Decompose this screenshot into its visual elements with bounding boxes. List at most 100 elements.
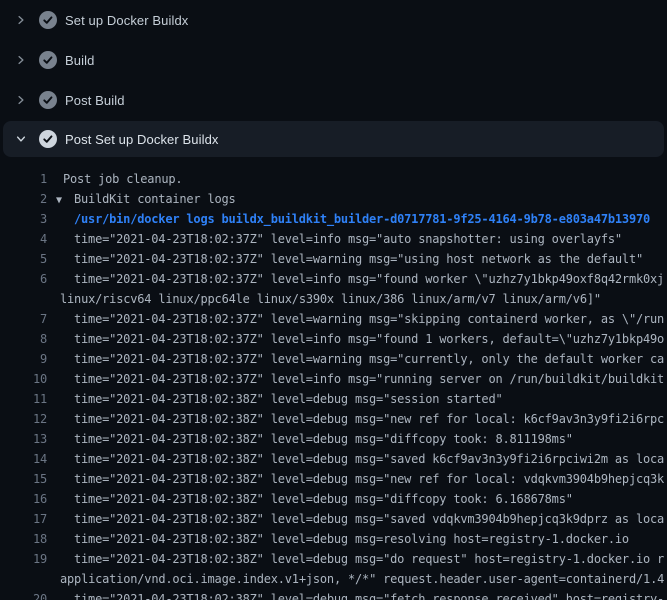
log-line-text: time="2021-04-23T18:02:37Z" level=info m… bbox=[47, 369, 664, 389]
log-line-content: Post job cleanup. bbox=[63, 172, 182, 186]
step-post-build[interactable]: Post Build bbox=[0, 80, 667, 120]
log-line-content: linux/riscv64 linux/ppc64le linux/s390x … bbox=[60, 292, 601, 306]
log-line-number[interactable]: 19 bbox=[0, 549, 47, 569]
log-line-text: time="2021-04-23T18:02:38Z" level=debug … bbox=[47, 509, 664, 529]
check-circle-icon bbox=[39, 130, 57, 148]
step-build[interactable]: Build bbox=[0, 40, 667, 80]
log-line-text: time="2021-04-23T18:02:38Z" level=debug … bbox=[47, 449, 664, 469]
steps-list: Set up Docker Buildx Build Post Build bbox=[0, 0, 667, 157]
log-line-content: time="2021-04-23T18:02:38Z" level=debug … bbox=[74, 532, 629, 546]
log-line-number[interactable] bbox=[0, 569, 47, 589]
check-circle-icon bbox=[39, 51, 57, 69]
log-line-number[interactable]: 7 bbox=[0, 309, 47, 329]
log-line-text: Post job cleanup. bbox=[47, 169, 182, 189]
step-label: Build bbox=[65, 53, 94, 68]
log-line: 11 time="2021-04-23T18:02:38Z" level=deb… bbox=[0, 389, 667, 409]
log-line-text: time="2021-04-23T18:02:38Z" level=debug … bbox=[47, 489, 573, 509]
log-line-number[interactable]: 11 bbox=[0, 389, 47, 409]
log-line-number[interactable]: 4 bbox=[0, 229, 47, 249]
log-line-content: BuildKit container logs bbox=[74, 192, 236, 206]
log-line-content: time="2021-04-23T18:02:38Z" level=debug … bbox=[74, 552, 664, 566]
log-line-content: time="2021-04-23T18:02:38Z" level=debug … bbox=[74, 512, 664, 526]
check-circle-icon bbox=[39, 91, 57, 109]
log-line-number[interactable]: 6 bbox=[0, 269, 47, 289]
log-line-number[interactable]: 9 bbox=[0, 349, 47, 369]
log-line-number[interactable]: 15 bbox=[0, 469, 47, 489]
log-line: linux/riscv64 linux/ppc64le linux/s390x … bbox=[0, 289, 667, 309]
step-set-up-docker-buildx[interactable]: Set up Docker Buildx bbox=[0, 0, 667, 40]
log-line-content: time="2021-04-23T18:02:37Z" level=warnin… bbox=[74, 252, 643, 266]
log-line: 12 time="2021-04-23T18:02:38Z" level=deb… bbox=[0, 409, 667, 429]
log-line-text: time="2021-04-23T18:02:38Z" level=debug … bbox=[47, 389, 503, 409]
log-line-text: linux/riscv64 linux/ppc64le linux/s390x … bbox=[47, 289, 601, 309]
log-line-number[interactable]: 10 bbox=[0, 369, 47, 389]
log-line-text: time="2021-04-23T18:02:37Z" level=warnin… bbox=[47, 349, 664, 369]
step-label: Post Build bbox=[65, 93, 125, 108]
log-line-number[interactable] bbox=[0, 289, 47, 309]
log-line: 13 time="2021-04-23T18:02:38Z" level=deb… bbox=[0, 429, 667, 449]
log-line: 7 time="2021-04-23T18:02:37Z" level=warn… bbox=[0, 309, 667, 329]
log-line-number[interactable]: 3 bbox=[0, 209, 47, 229]
chevron-right-icon bbox=[14, 53, 28, 67]
log-line-content: time="2021-04-23T18:02:38Z" level=debug … bbox=[74, 392, 503, 406]
step-post-set-up-docker-buildx[interactable]: Post Set up Docker Buildx bbox=[3, 121, 664, 157]
log-line-number[interactable]: 20 bbox=[0, 589, 47, 600]
step-label: Post Set up Docker Buildx bbox=[65, 132, 219, 147]
log-line-text: time="2021-04-23T18:02:37Z" level=warnin… bbox=[47, 309, 664, 329]
log-line-text: time="2021-04-23T18:02:38Z" level=debug … bbox=[47, 429, 573, 449]
log-line-number[interactable]: 8 bbox=[0, 329, 47, 349]
log-line-number[interactable]: 1 bbox=[0, 169, 47, 189]
log-line-number[interactable]: 13 bbox=[0, 429, 47, 449]
log-line-content: time="2021-04-23T18:02:37Z" level=info m… bbox=[74, 232, 622, 246]
log-line-number[interactable]: 18 bbox=[0, 529, 47, 549]
log-line: 1 Post job cleanup. bbox=[0, 169, 667, 189]
log-line-content: time="2021-04-23T18:02:38Z" level=debug … bbox=[74, 492, 573, 506]
log-line: 3 /usr/bin/docker logs buildx_buildkit_b… bbox=[0, 209, 667, 229]
log-line-number[interactable]: 2 bbox=[0, 189, 47, 209]
log-line-content: application/vnd.oci.image.index.v1+json,… bbox=[60, 572, 664, 586]
log-line: 14 time="2021-04-23T18:02:38Z" level=deb… bbox=[0, 449, 667, 469]
log-line-content: time="2021-04-23T18:02:37Z" level=warnin… bbox=[74, 312, 664, 326]
log-line: 18 time="2021-04-23T18:02:38Z" level=deb… bbox=[0, 529, 667, 549]
log-line-content: time="2021-04-23T18:02:37Z" level=info m… bbox=[74, 272, 664, 286]
log-line: 15 time="2021-04-23T18:02:38Z" level=deb… bbox=[0, 469, 667, 489]
log-line: 6 time="2021-04-23T18:02:37Z" level=info… bbox=[0, 269, 667, 289]
log-line-text: application/vnd.oci.image.index.v1+json,… bbox=[47, 569, 664, 589]
log-line-text: time="2021-04-23T18:02:37Z" level=info m… bbox=[47, 269, 664, 289]
log-line: 9 time="2021-04-23T18:02:37Z" level=warn… bbox=[0, 349, 667, 369]
log-viewer: 1 Post job cleanup. 2 ▼BuildKit containe… bbox=[0, 169, 667, 600]
log-line-text: time="2021-04-23T18:02:37Z" level=info m… bbox=[47, 329, 664, 349]
log-line-text: time="2021-04-23T18:02:38Z" level=debug … bbox=[47, 589, 664, 600]
log-line: 20 time="2021-04-23T18:02:38Z" level=deb… bbox=[0, 589, 667, 600]
log-line: 16 time="2021-04-23T18:02:38Z" level=deb… bbox=[0, 489, 667, 509]
log-line-text: /usr/bin/docker logs buildx_buildkit_bui… bbox=[47, 209, 650, 229]
log-line-content: time="2021-04-23T18:02:38Z" level=debug … bbox=[74, 472, 664, 486]
log-line-text: time="2021-04-23T18:02:38Z" level=debug … bbox=[47, 549, 664, 569]
log-line: 19 time="2021-04-23T18:02:38Z" level=deb… bbox=[0, 549, 667, 569]
log-line-content: time="2021-04-23T18:02:38Z" level=debug … bbox=[74, 432, 573, 446]
log-line-text: time="2021-04-23T18:02:37Z" level=info m… bbox=[47, 229, 622, 249]
log-line-text: time="2021-04-23T18:02:38Z" level=debug … bbox=[47, 409, 664, 429]
chevron-right-icon bbox=[14, 93, 28, 107]
log-line-text: time="2021-04-23T18:02:38Z" level=debug … bbox=[47, 529, 629, 549]
log-line: application/vnd.oci.image.index.v1+json,… bbox=[0, 569, 667, 589]
chevron-right-icon bbox=[14, 13, 28, 27]
check-circle-icon bbox=[39, 11, 57, 29]
log-line: 10 time="2021-04-23T18:02:37Z" level=inf… bbox=[0, 369, 667, 389]
log-line-number[interactable]: 16 bbox=[0, 489, 47, 509]
log-line-content: time="2021-04-23T18:02:37Z" level=info m… bbox=[74, 372, 664, 386]
log-line-text: time="2021-04-23T18:02:38Z" level=debug … bbox=[47, 469, 664, 489]
log-line-number[interactable]: 14 bbox=[0, 449, 47, 469]
log-line-number[interactable]: 5 bbox=[0, 249, 47, 269]
log-line-content: time="2021-04-23T18:02:37Z" level=warnin… bbox=[74, 352, 664, 366]
step-label: Set up Docker Buildx bbox=[65, 13, 188, 28]
log-line: 4 time="2021-04-23T18:02:37Z" level=info… bbox=[0, 229, 667, 249]
log-line-text: time="2021-04-23T18:02:37Z" level=warnin… bbox=[47, 249, 643, 269]
chevron-down-icon bbox=[14, 132, 28, 146]
log-line-number[interactable]: 12 bbox=[0, 409, 47, 429]
log-line: 17 time="2021-04-23T18:02:38Z" level=deb… bbox=[0, 509, 667, 529]
log-line-number[interactable]: 17 bbox=[0, 509, 47, 529]
log-line-text[interactable]: ▼BuildKit container logs bbox=[47, 189, 236, 209]
log-line-content: time="2021-04-23T18:02:38Z" level=debug … bbox=[74, 592, 664, 600]
log-line-content: time="2021-04-23T18:02:38Z" level=debug … bbox=[74, 452, 664, 466]
